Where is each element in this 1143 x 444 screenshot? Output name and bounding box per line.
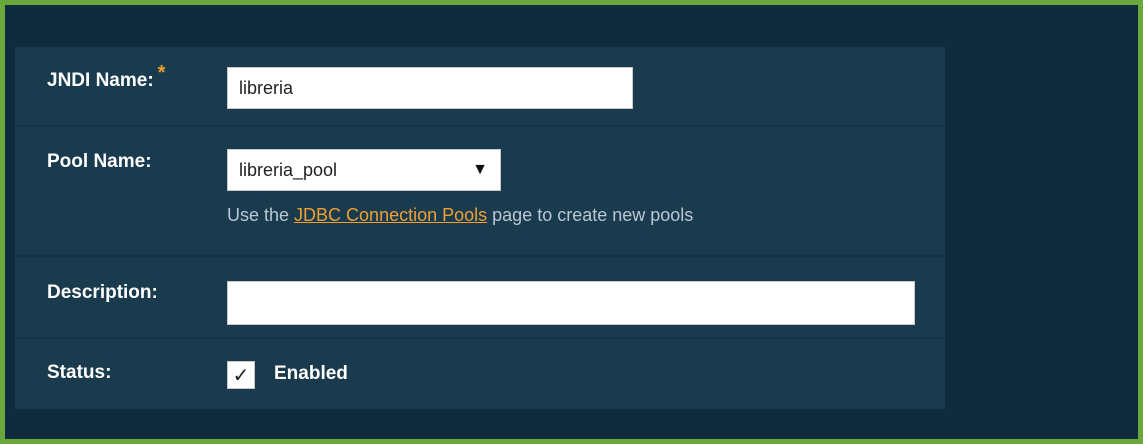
triangle-down-icon: ▼ bbox=[472, 161, 488, 178]
enabled-checkbox-label[interactable]: Enabled bbox=[274, 363, 348, 385]
jndi-name-label-text: JNDI Name: bbox=[47, 70, 154, 91]
jdbc-connection-pools-link[interactable]: JDBC Connection Pools bbox=[294, 205, 487, 225]
pool-help-prefix: Use the bbox=[227, 205, 295, 225]
status-row: Status: ✓ Enabled bbox=[15, 339, 945, 409]
pool-name-selected-value: libreria_pool bbox=[239, 159, 338, 180]
enabled-checkbox[interactable]: ✓ bbox=[227, 361, 255, 389]
description-row: Description: bbox=[15, 257, 945, 339]
pool-name-row: Pool Name: libreria_pool ▼ Use the JDBC … bbox=[15, 127, 945, 257]
pool-name-label: Pool Name: bbox=[47, 151, 152, 172]
resource-form-panel: JNDI Name: * libreria Pool Name: libreria… bbox=[15, 47, 945, 409]
jndi-name-value: libreria bbox=[239, 77, 294, 98]
pool-help-suffix: page to create new pools bbox=[487, 205, 694, 225]
required-asterisk-icon: * bbox=[157, 62, 166, 84]
description-input[interactable] bbox=[227, 281, 915, 325]
jndi-name-input[interactable]: libreria bbox=[227, 67, 633, 109]
status-label: Status: bbox=[47, 362, 112, 383]
app-frame: JNDI Name: * libreria Pool Name: libreria… bbox=[5, 5, 1138, 439]
description-label: Description: bbox=[47, 282, 158, 303]
checkmark-icon: ✓ bbox=[232, 364, 250, 387]
jndi-name-row: JNDI Name: * libreria bbox=[15, 47, 945, 127]
jndi-name-label: JNDI Name: * bbox=[47, 62, 165, 92]
pool-name-select[interactable]: libreria_pool ▼ bbox=[227, 149, 501, 191]
pool-help-text: Use the JDBC Connection Pools page to cr… bbox=[227, 205, 693, 226]
